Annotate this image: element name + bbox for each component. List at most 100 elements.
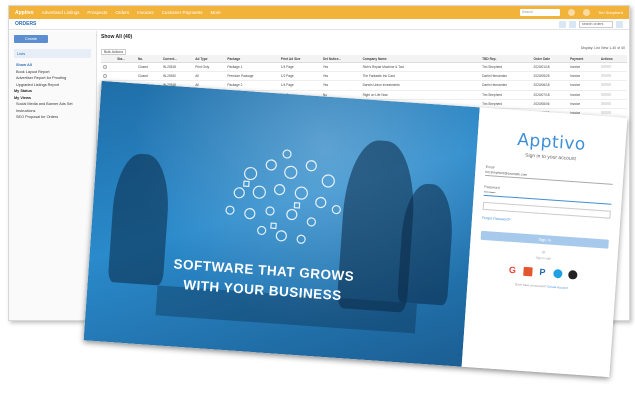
table-cell: Darlin Hernandez xyxy=(480,71,532,82)
google-icon[interactable]: G xyxy=(508,265,518,276)
table-cell: Closed xyxy=(135,71,161,82)
table-cell: Invoice xyxy=(568,90,599,100)
row-actions-menu[interactable] xyxy=(600,111,611,115)
table-cell: IN-20518 xyxy=(160,62,194,73)
table-row[interactable]: Closed IN-20530 All Premium Package 1/2 Page… xyxy=(101,71,627,82)
column-header[interactable]: No. xyxy=(135,55,161,63)
app-icons-cloud-graphic xyxy=(225,149,341,244)
column-header[interactable]: Sta... xyxy=(115,55,136,63)
layout-icon[interactable] xyxy=(569,20,576,28)
search-button[interactable] xyxy=(616,20,623,28)
sidebar-lists-header[interactable]: Lists xyxy=(14,49,91,58)
table-cell: Yes xyxy=(320,62,361,73)
table-cell: Package 2 xyxy=(225,80,279,91)
table-cell: Invoice xyxy=(568,99,599,109)
column-header[interactable] xyxy=(101,55,116,63)
table-cell: Yes xyxy=(320,71,361,82)
table-cell: 2020/05/25 xyxy=(531,71,569,82)
create-account-link[interactable]: Create Account xyxy=(547,285,568,290)
table-cell: Invoice xyxy=(568,71,599,82)
column-header[interactable]: Actions xyxy=(598,55,627,63)
row-number-cell xyxy=(115,62,136,73)
nav-item-invoices[interactable]: Invoices xyxy=(137,10,154,15)
app-header: ORDERS search orders xyxy=(9,19,629,30)
top-nav-bar: Apptivo Advertised Listings Prospects Or… xyxy=(9,6,629,19)
nav-item-orders[interactable]: Orders xyxy=(115,10,129,15)
column-header[interactable]: Set Notice... xyxy=(320,55,361,63)
table-cell: 2020/01/18 xyxy=(531,62,569,73)
table-cell: Closed xyxy=(135,62,161,73)
column-header[interactable]: Payment xyxy=(568,55,599,63)
home-icon[interactable] xyxy=(559,20,566,28)
login-panel: Apptivo Sign in to your account Email ti… xyxy=(461,107,628,378)
search-orders-select[interactable]: search orders xyxy=(579,20,613,28)
row-actions-menu[interactable] xyxy=(600,101,611,105)
salesforce-icon[interactable] xyxy=(552,268,563,279)
nav-item-customer-payments[interactable]: Customer Payments xyxy=(162,10,203,15)
column-header[interactable]: Current... xyxy=(160,55,194,63)
nav-item-prospects[interactable]: Prospects xyxy=(87,10,107,15)
table-cell: Right on Life Now xyxy=(360,90,481,100)
list-display-controls[interactable]: Display: List View 1-40 of 40 xyxy=(581,46,625,50)
sidebar-item-social-media[interactable]: Social Media and Banner Ads Set Instruct… xyxy=(14,101,91,114)
table-cell: 2020/07/18 xyxy=(531,90,569,100)
row-actions-cell[interactable] xyxy=(598,99,627,109)
table-cell: Invoice xyxy=(568,80,599,91)
table-cell: 1/2 Page xyxy=(278,71,321,82)
column-header[interactable]: Order Date xyxy=(531,55,569,63)
table-cell: Print Only xyxy=(193,62,226,73)
nav-item-advertised-listings[interactable]: Advertised Listings xyxy=(42,10,80,15)
row-actions-menu[interactable] xyxy=(600,83,611,87)
table-cell: The Fantastic Ink Card xyxy=(360,71,481,82)
settings-icon[interactable] xyxy=(583,9,591,16)
notifications-icon[interactable] xyxy=(568,9,576,16)
page-title: Show All (40) xyxy=(101,34,133,40)
row-actions-cell[interactable] xyxy=(598,62,627,73)
table-cell: Yes xyxy=(320,80,361,91)
paypal-icon[interactable]: P xyxy=(538,267,548,278)
column-header[interactable]: Print Ad Size xyxy=(278,55,321,63)
table-cell: Package 1 xyxy=(225,62,279,73)
app-title: ORDERS xyxy=(15,21,37,27)
row-actions-cell[interactable] xyxy=(598,90,627,100)
office-icon[interactable] xyxy=(522,266,533,277)
row-select-cell[interactable] xyxy=(101,71,116,82)
table-cell: All xyxy=(193,71,226,82)
table-cell: Tim Shepherd xyxy=(480,62,532,73)
row-radio[interactable] xyxy=(103,73,107,78)
table-row[interactable]: Closed IN-20518 Print Only Package 1 1/4 Pag… xyxy=(101,62,627,73)
table-cell: IN-20530 xyxy=(160,71,194,82)
social-login-icons: G P xyxy=(478,264,606,282)
hero-banner: SOFTWARE THAT GROWS WITH YOUR BUSINESS xyxy=(83,80,480,367)
forgot-password-link[interactable]: Forgot Password? xyxy=(482,216,610,229)
table-cell: Darlin Hernandez xyxy=(480,80,532,91)
user-menu[interactable]: Tim Shepherd xyxy=(598,10,623,15)
row-actions-cell[interactable] xyxy=(598,71,627,82)
row-actions-menu[interactable] xyxy=(600,92,611,96)
row-actions-menu[interactable] xyxy=(600,65,611,69)
table-cell: Premium Package xyxy=(225,71,279,82)
column-header[interactable]: Ad Type xyxy=(193,55,226,63)
table-cell: 1/4 Page xyxy=(278,80,321,91)
table-cell: Rich's Repair Machine & Tool xyxy=(360,62,481,73)
apple-icon[interactable] xyxy=(567,269,578,280)
nav-item-more[interactable]: More xyxy=(210,10,220,15)
login-page-screenshot: SOFTWARE THAT GROWS WITH YOUR BUSINESS A… xyxy=(83,80,628,378)
row-actions-cell[interactable] xyxy=(598,80,627,91)
table-cell: Darwin Union Investments xyxy=(360,80,481,91)
row-select-cell[interactable] xyxy=(101,62,116,73)
sidebar-item-seo-proposal[interactable]: SEO Proposal for Orders xyxy=(14,114,91,121)
table-cell: Invoice xyxy=(568,62,599,73)
register-prompt: Don't have an account? Create Account xyxy=(477,280,605,293)
row-actions-menu[interactable] xyxy=(600,74,611,78)
create-button[interactable]: Create xyxy=(14,35,48,43)
register-text: Don't have an account? xyxy=(514,282,547,289)
row-radio[interactable] xyxy=(103,64,107,69)
column-header[interactable]: Company Name xyxy=(360,55,481,63)
column-header[interactable]: Package xyxy=(225,55,279,63)
table-cell: 2020/06/18 xyxy=(531,80,569,91)
sign-in-button[interactable]: Sign In xyxy=(480,230,609,249)
global-search-input[interactable]: Search xyxy=(520,9,561,16)
table-cell: 1/4 Page xyxy=(278,62,321,73)
column-header[interactable]: TBD Rep. xyxy=(480,55,532,63)
